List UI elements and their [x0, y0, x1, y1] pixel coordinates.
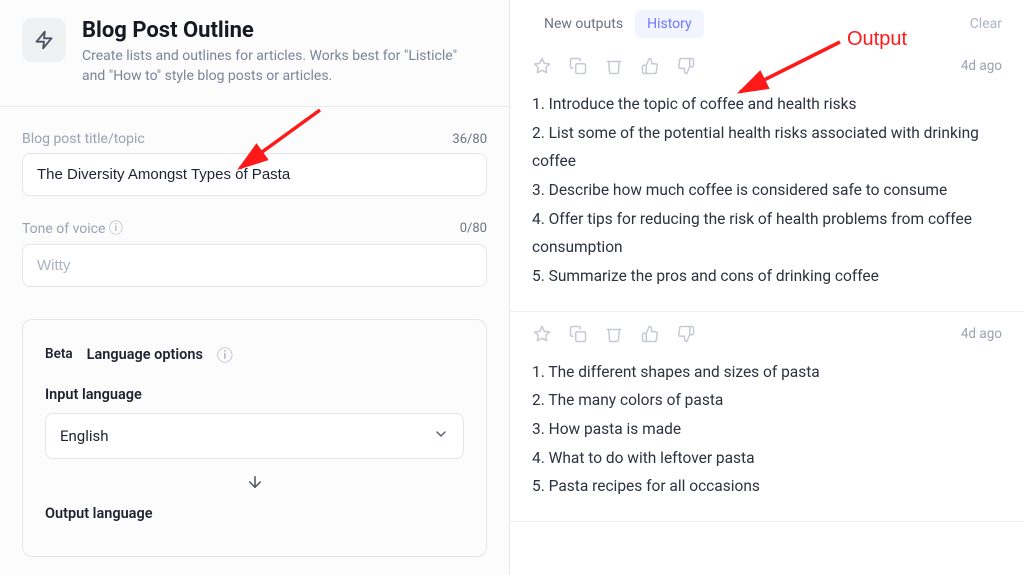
arrow-down-icon — [246, 473, 264, 491]
left-panel: Blog Post Outline Create lists and outli… — [0, 0, 510, 575]
list-item: 2. List some of the potential health ris… — [532, 119, 1002, 176]
input-language-label: Input language — [45, 386, 464, 403]
output-card: 4d ago 1. Introduce the topic of coffee … — [510, 44, 1024, 312]
clear-button[interactable]: Clear — [970, 16, 1002, 32]
output-timestamp: 4d ago — [961, 58, 1002, 74]
beta-badge: Beta — [45, 346, 73, 362]
list-item: 2. The many colors of pasta — [532, 386, 1002, 415]
input-language-select[interactable]: English — [45, 413, 464, 459]
thumbs-down-icon[interactable] — [676, 56, 696, 76]
right-panel: New outputs History Clear 4d ago 1. Intr… — [510, 0, 1024, 575]
delete-icon[interactable] — [604, 56, 624, 76]
tone-input[interactable] — [22, 244, 487, 287]
tab-history[interactable]: History — [635, 10, 704, 38]
tool-icon — [22, 18, 66, 62]
thumbs-up-icon[interactable] — [640, 324, 660, 344]
list-item: 3. Describe how much coffee is considere… — [532, 176, 1002, 205]
list-item: 5. Summarize the pros and cons of drinki… — [532, 262, 1002, 291]
output-card: 4d ago 1. The different shapes and sizes… — [510, 312, 1024, 522]
input-language-value: English — [60, 427, 109, 445]
copy-icon[interactable] — [568, 56, 588, 76]
chevron-down-icon — [433, 426, 449, 446]
outline-list: 1. The different shapes and sizes of pas… — [532, 358, 1002, 501]
tool-title: Blog Post Outline — [82, 18, 472, 43]
thumbs-up-icon[interactable] — [640, 56, 660, 76]
copy-icon[interactable] — [568, 324, 588, 344]
tool-header: Blog Post Outline Create lists and outli… — [0, 0, 509, 106]
topic-label: Blog post title/topic — [22, 131, 145, 147]
output-timestamp: 4d ago — [961, 326, 1002, 342]
outline-list: 1. Introduce the topic of coffee and hea… — [532, 90, 1002, 291]
tool-description: Create lists and outlines for articles. … — [82, 47, 472, 86]
output-language-label: Output language — [45, 505, 464, 522]
info-icon[interactable]: ⓘ — [217, 342, 233, 366]
list-item: 1. Introduce the topic of coffee and hea… — [532, 90, 1002, 119]
list-item: 4. Offer tips for reducing the risk of h… — [532, 205, 1002, 262]
tone-label: Tone of voice ⓘ — [22, 218, 123, 238]
delete-icon[interactable] — [604, 324, 624, 344]
star-icon[interactable] — [532, 324, 552, 344]
info-icon: ⓘ — [109, 221, 123, 237]
list-item: 4. What to do with leftover pasta — [532, 444, 1002, 473]
topic-input[interactable] — [22, 153, 487, 196]
list-item: 5. Pasta recipes for all occasions — [532, 472, 1002, 501]
tabs: New outputs History Clear — [510, 0, 1024, 44]
language-options-heading: Language options — [87, 346, 203, 363]
list-item: 1. The different shapes and sizes of pas… — [532, 358, 1002, 387]
language-options-card: Beta Language options ⓘ Input language E… — [22, 319, 487, 557]
swap-languages-button[interactable] — [45, 459, 464, 505]
star-icon[interactable] — [532, 56, 552, 76]
thumbs-down-icon[interactable] — [676, 324, 696, 344]
tone-counter: 0/80 — [460, 221, 487, 236]
list-item: 3. How pasta is made — [532, 415, 1002, 444]
lightning-icon — [34, 30, 54, 50]
tab-new-outputs[interactable]: New outputs — [532, 10, 635, 38]
topic-counter: 36/80 — [452, 132, 487, 147]
